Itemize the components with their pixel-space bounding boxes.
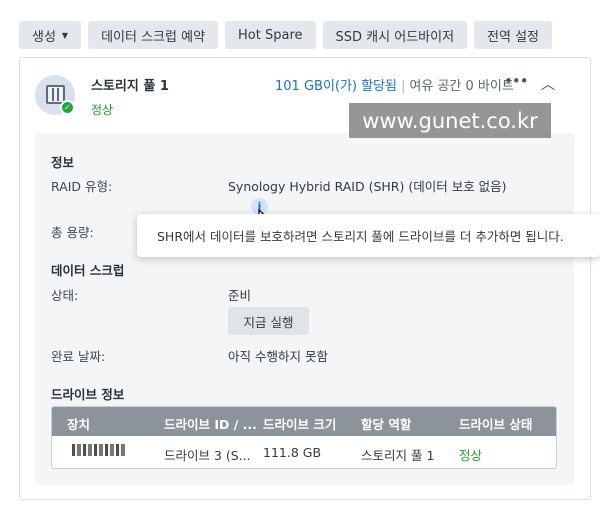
column-header-drive-status[interactable]: 드라이브 상태 <box>459 414 532 433</box>
global-settings-button[interactable]: 전역 설정 <box>474 21 553 49</box>
watermark: www.gunet.co.kr <box>349 103 551 138</box>
caret-down-icon: ▼ <box>61 30 69 40</box>
drive-table: 장치 드라이브 ID / ... 드라이브 크기 할당 역할 드라이브 상태 드… <box>51 406 557 469</box>
scrub-status-label: 상태: <box>51 288 79 303</box>
free-space: 여유 공간 0 바이트 <box>409 79 514 94</box>
drive-id-cell: 드라이브 3 (S... <box>164 448 251 463</box>
ssd-cache-advisor-button[interactable]: SSD 캐시 어드바이저 <box>322 21 468 49</box>
chevron-up-icon[interactable]: ︿ <box>540 74 556 93</box>
toolbar: 생성 ▼ 데이터 스크럽 예약 Hot Spare SSD 캐시 어드바이저 전… <box>19 21 553 49</box>
column-header-device[interactable]: 장치 <box>67 414 90 433</box>
pool-name: 스토리지 풀 1 <box>91 79 169 94</box>
hot-spare-button[interactable]: Hot Spare <box>225 21 316 49</box>
role-cell: 스토리지 풀 1 <box>361 448 435 463</box>
storage-pool-icon: ✓ <box>35 75 75 115</box>
completed-date-label: 완료 날짜: <box>51 349 106 364</box>
allocation-summary: 101 GB이(가) 할당됨 | 여유 공간 0 바이트 <box>275 75 514 94</box>
scrub-schedule-button[interactable]: 데이터 스크럽 예약 <box>88 21 219 49</box>
create-button[interactable]: 생성 ▼ <box>19 21 82 49</box>
drive-table-header: 장치 드라이브 ID / ... 드라이브 크기 할당 역할 드라이브 상태 <box>52 407 556 436</box>
device-thumbnail <box>72 444 126 456</box>
column-header-drive-size[interactable]: 드라이브 크기 <box>263 414 336 433</box>
scrub-section-title: 데이터 스크럽 <box>51 263 125 278</box>
drive-info-section-title: 드라이브 정보 <box>51 387 125 402</box>
drive-size-cell: 111.8 GB <box>263 445 322 460</box>
create-label: 생성 <box>32 29 56 45</box>
raid-type-label: RAID 유형: <box>51 179 113 194</box>
total-capacity-label: 총 용량: <box>51 225 94 240</box>
table-row[interactable]: 드라이브 3 (S... 111.8 GB 스토리지 풀 1 정상 <box>52 436 556 468</box>
pool-status: 정상 <box>91 103 114 117</box>
info-section-title: 정보 <box>51 155 75 170</box>
allocation-separator: | <box>401 79 406 94</box>
healthy-check-icon: ✓ <box>60 100 75 115</box>
run-now-button[interactable]: 지금 실행 <box>228 307 309 335</box>
completed-date-value: 아직 수행하지 못함 <box>228 349 328 364</box>
column-header-drive-id[interactable]: 드라이브 ID / ... <box>164 414 257 433</box>
raid-type-value: Synology Hybrid RAID (SHR) (데이터 보호 없음) <box>228 179 507 194</box>
info-tooltip: SHR에서 데이터를 보호하려면 스토리지 풀에 드라이브를 더 추가하면 됩니… <box>137 214 600 257</box>
column-header-role[interactable]: 할당 역할 <box>361 414 411 433</box>
allocated-space: 101 GB이(가) 할당됨 <box>275 79 398 94</box>
drive-status-cell: 정상 <box>459 448 483 463</box>
scrub-status-value: 준비 <box>228 288 252 303</box>
ellipsis-icon[interactable]: ••• <box>504 72 529 90</box>
pool-details: 정보 RAID 유형: Synology Hybrid RAID (SHR) (… <box>35 133 574 485</box>
